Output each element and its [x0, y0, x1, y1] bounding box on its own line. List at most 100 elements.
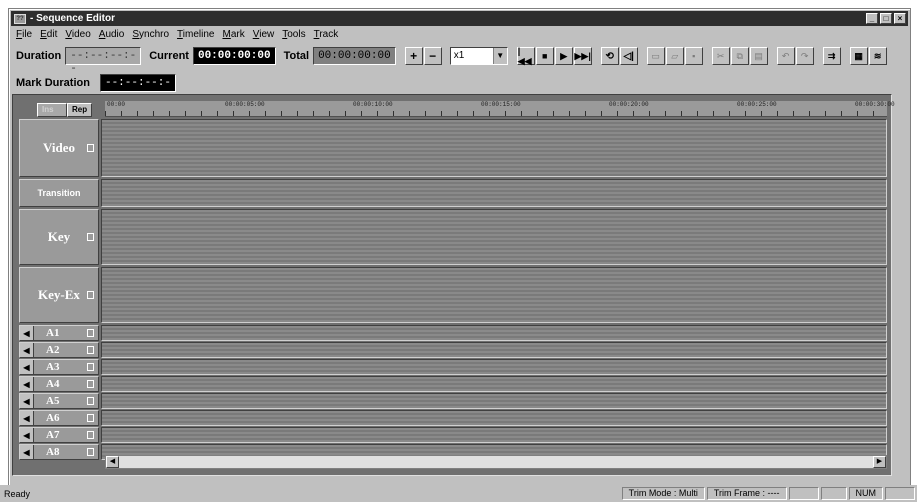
scroll-right-icon[interactable]: ▶	[873, 456, 886, 468]
copy-icon[interactable]: ⧉	[730, 47, 749, 65]
track-lock-icon[interactable]	[87, 329, 94, 337]
redo-icon[interactable]: ↷	[795, 47, 814, 65]
track-header-key-ex[interactable]: Key-Ex	[19, 267, 99, 323]
track-lock-icon[interactable]	[87, 363, 94, 371]
track-header-transition[interactable]: Transition	[19, 179, 99, 207]
status-empty-cell	[885, 487, 915, 500]
track-header-a1[interactable]: ◀ A1	[19, 325, 99, 341]
menu-file[interactable]: File	[12, 29, 36, 40]
track-lane-a3[interactable]	[101, 359, 887, 375]
menu-mark[interactable]: Mark	[218, 29, 248, 40]
timecode-ruler[interactable]: 00:00 00:00:05:00 00:00:10:00 00:00:15:0…	[105, 101, 895, 117]
speaker-icon[interactable]: ◀	[20, 411, 34, 425]
track-header-a8[interactable]: ◀ A8	[19, 444, 99, 460]
track-lock-icon[interactable]	[87, 397, 94, 405]
track-lock-icon[interactable]	[87, 431, 94, 439]
duration-display: --:--:--:--	[65, 47, 142, 75]
track-lane-a1[interactable]	[101, 325, 887, 341]
speaker-icon[interactable]: ◀	[20, 360, 34, 374]
status-text: Ready	[4, 488, 31, 499]
track-lane-key-ex[interactable]	[101, 267, 887, 323]
ruler-label: 00:00:25:00	[737, 101, 777, 108]
track-lane-key[interactable]	[101, 209, 887, 265]
track-lane-a6[interactable]	[101, 410, 887, 426]
track-lock-icon[interactable]	[87, 233, 94, 241]
current-timecode[interactable]: 00:00:00:00	[192, 47, 276, 65]
zoom-out-button[interactable]: −	[423, 47, 442, 65]
track-lane-a7[interactable]	[101, 427, 887, 443]
paste-icon[interactable]: ▤	[749, 47, 768, 65]
track-label: Key	[47, 229, 71, 244]
speaker-icon[interactable]: ◀	[20, 326, 34, 340]
track-header-key[interactable]: Key	[19, 209, 99, 265]
track-lane-a2[interactable]	[101, 342, 887, 358]
menu-view[interactable]: View	[249, 29, 279, 40]
speaker-icon[interactable]: ◀	[20, 377, 34, 391]
track-header-a7[interactable]: ◀ A7	[19, 427, 99, 443]
track-header-a2[interactable]: ◀ A2	[19, 342, 99, 358]
timeline-panel: Ins Rep 00:00 00:00:05:00 00:00:10:00 00…	[12, 94, 895, 476]
speaker-icon[interactable]: ◀	[20, 428, 34, 442]
status-empty-cell	[788, 487, 819, 500]
track-lock-icon[interactable]	[87, 380, 94, 388]
tab-insert[interactable]: Ins	[37, 103, 67, 117]
track-header-a4[interactable]: ◀ A4	[19, 376, 99, 392]
speed-select[interactable]: x1 ▼	[449, 47, 508, 65]
new-icon[interactable]: ▭	[646, 47, 665, 65]
goto-end-button[interactable]: ▶▶|	[573, 47, 592, 65]
track-lane-a5[interactable]	[101, 393, 887, 409]
track-lock-icon[interactable]	[87, 414, 94, 422]
menu-timeline[interactable]: Timeline	[173, 29, 218, 40]
play-button[interactable]: ▶	[554, 47, 573, 65]
open-icon[interactable]: ▱	[665, 47, 684, 65]
ripple-icon[interactable]: ⇉	[822, 47, 841, 65]
menu-track[interactable]: Track	[310, 29, 343, 40]
track-header-video[interactable]: Video	[19, 119, 99, 177]
title-bar: ?? - Sequence Editor _ □ ×	[11, 11, 908, 26]
speaker-icon[interactable]: ◀	[20, 343, 34, 357]
track-label: A5	[46, 395, 60, 407]
minimize-button[interactable]: _	[866, 13, 878, 24]
goto-start-button[interactable]: |◀◀	[516, 46, 535, 66]
track-header-a5[interactable]: ◀ A5	[19, 393, 99, 409]
save-icon[interactable]: ▪	[684, 47, 703, 65]
menu-tools[interactable]: Tools	[278, 29, 309, 40]
track-key-ex: Key-Ex	[19, 267, 887, 323]
track-lock-icon[interactable]	[87, 448, 94, 456]
chevron-down-icon[interactable]: ▼	[492, 48, 507, 64]
track-lock-icon[interactable]	[87, 346, 94, 354]
undo-icon[interactable]: ↶	[776, 47, 795, 65]
maximize-button[interactable]: □	[880, 13, 892, 24]
menu-video[interactable]: Video	[61, 29, 94, 40]
audio-scrub-icon[interactable]: ◁|	[619, 47, 638, 65]
track-lane-a4[interactable]	[101, 376, 887, 392]
track-header-a3[interactable]: ◀ A3	[19, 359, 99, 375]
loop-icon[interactable]: ⟲	[600, 47, 619, 65]
tab-replace[interactable]: Rep	[67, 103, 93, 117]
track-a4: ◀ A4	[19, 376, 887, 392]
cut-icon[interactable]: ✂	[711, 47, 730, 65]
speaker-icon[interactable]: ◀	[20, 394, 34, 408]
track-label: A3	[46, 361, 60, 373]
track-lock-icon[interactable]	[87, 144, 94, 152]
track-a6: ◀ A6	[19, 410, 887, 426]
menu-audio[interactable]: Audio	[95, 29, 129, 40]
menu-synchro[interactable]: Synchro	[128, 29, 173, 40]
stop-button[interactable]: ■	[535, 47, 554, 65]
track-header-a6[interactable]: ◀ A6	[19, 410, 99, 426]
track-a1: ◀ A1	[19, 325, 887, 341]
zoom-in-button[interactable]: +	[404, 47, 423, 65]
audio-mode-icon[interactable]: ≋	[868, 47, 887, 65]
horizontal-scrollbar[interactable]: ◀ ▶	[105, 455, 887, 469]
close-button[interactable]: ×	[894, 13, 906, 24]
track-lock-icon[interactable]	[87, 291, 94, 299]
track-lane-video[interactable]	[101, 119, 887, 177]
track-label: A7	[46, 429, 60, 441]
scroll-left-icon[interactable]: ◀	[106, 456, 119, 468]
ruler-label: 00:00:15:00	[481, 101, 521, 108]
speaker-icon[interactable]: ◀	[20, 445, 34, 459]
menu-edit[interactable]: Edit	[36, 29, 61, 40]
track-lane-transition[interactable]	[101, 179, 887, 207]
video-mode-icon[interactable]: ▦	[849, 47, 868, 65]
track-label: A6	[46, 412, 60, 424]
